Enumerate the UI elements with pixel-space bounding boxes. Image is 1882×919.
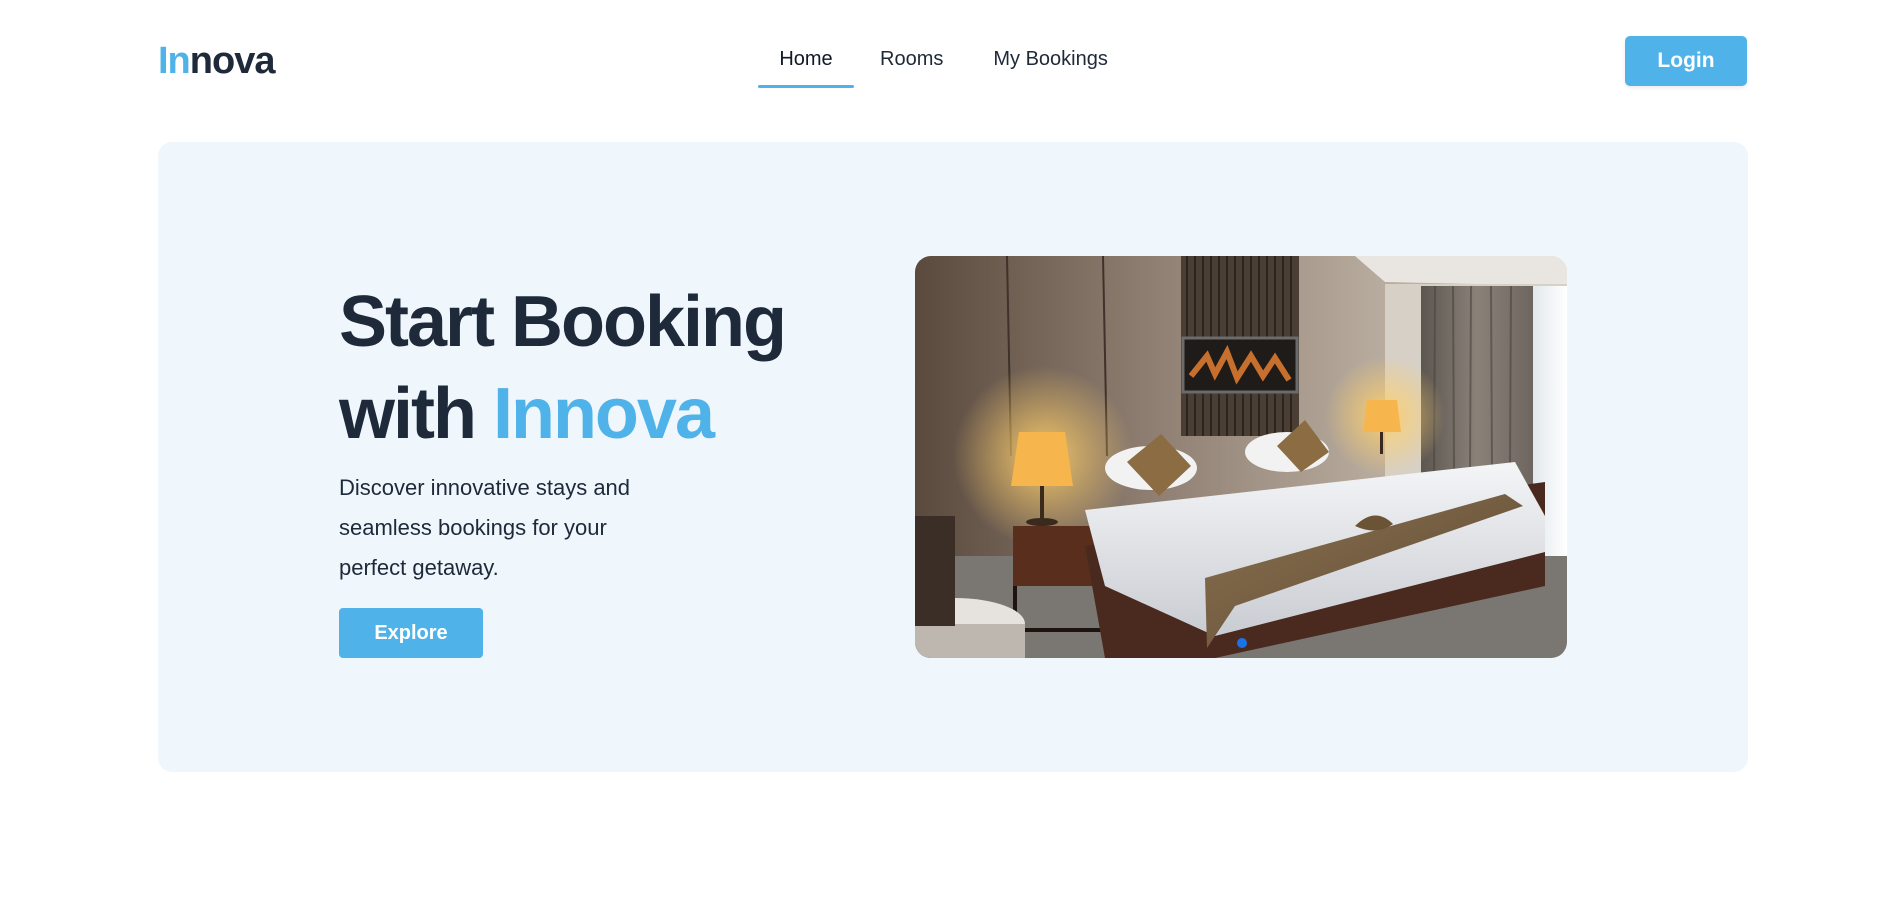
login-button[interactable]: Login <box>1625 36 1747 86</box>
explore-button[interactable]: Explore <box>339 608 483 658</box>
hero-section: Start Booking with Innova Discover innov… <box>158 142 1748 772</box>
brand-logo[interactable]: Innova <box>158 38 276 84</box>
nav-item-home[interactable]: Home <box>758 40 854 88</box>
headline-line-1: Start Booking <box>339 282 787 362</box>
carousel-indicator-dot[interactable] <box>1237 638 1247 648</box>
nav-item-rooms[interactable]: Rooms <box>880 40 943 88</box>
logo-rest-text: nova <box>189 40 276 82</box>
site-header: Innova Home Rooms My Bookings Login <box>0 0 1882 120</box>
hotel-room-image <box>915 256 1567 658</box>
headline-line-2-prefix: with <box>339 374 493 454</box>
headline-brand-accent: Innova <box>492 374 715 454</box>
main-nav: Home Rooms My Bookings <box>758 40 1108 88</box>
nav-item-my-bookings[interactable]: My Bookings <box>993 40 1108 88</box>
logo-accent-text: In <box>158 40 191 82</box>
hero-subtitle: Discover innovative stays and seamless b… <box>339 475 631 580</box>
hero-headline: Start Booking with Innova <box>339 276 899 460</box>
hero-image-carousel[interactable] <box>915 256 1567 658</box>
